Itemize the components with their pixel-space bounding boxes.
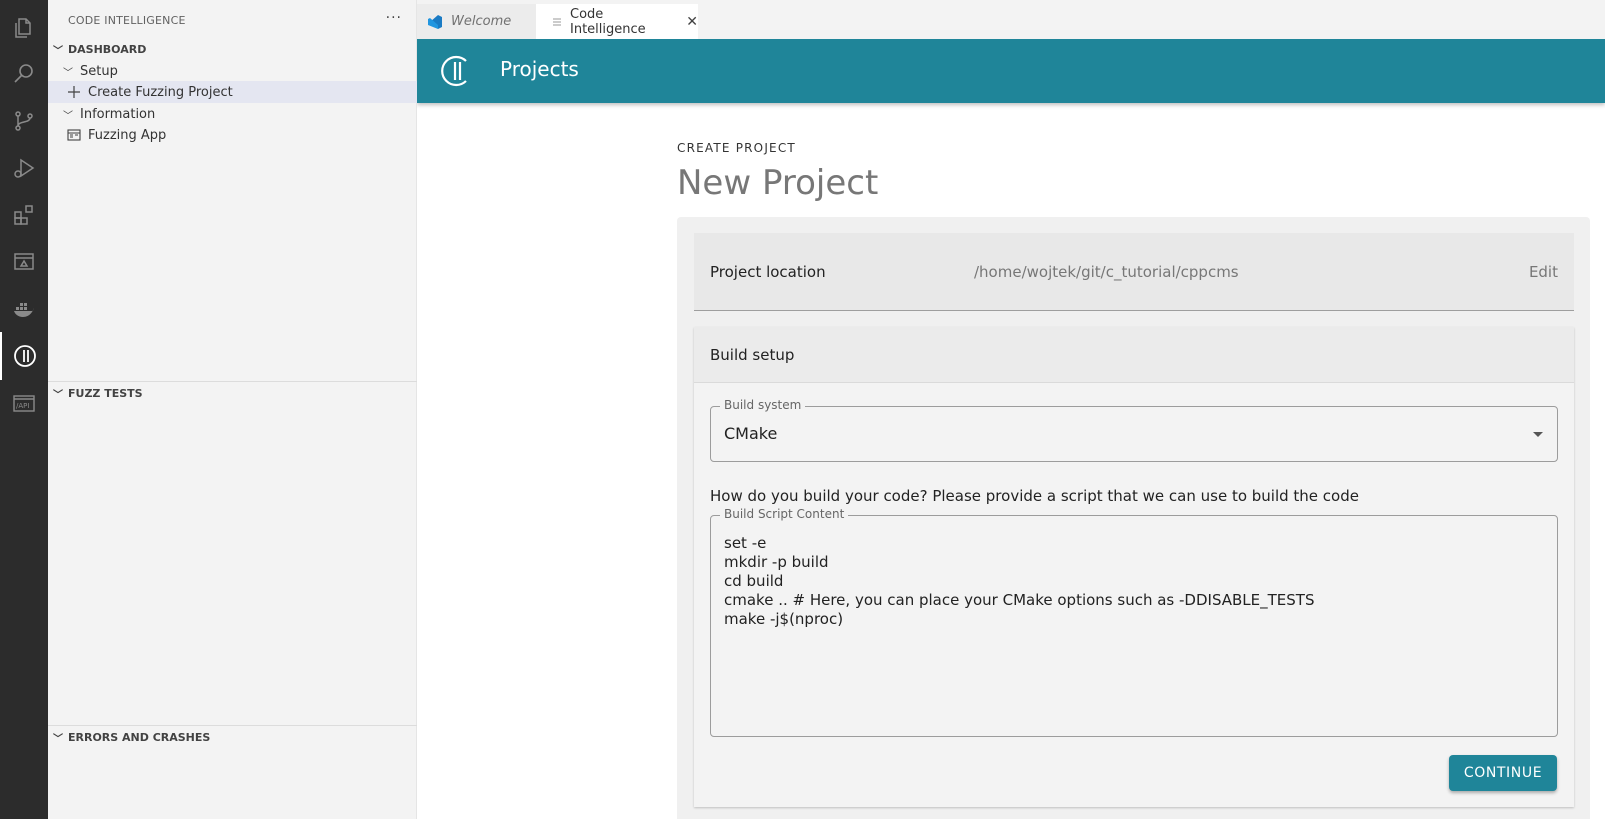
section-errors-crashes-label: ERRORS AND CRASHES — [68, 730, 211, 744]
plus-icon — [66, 84, 82, 100]
build-setup-header[interactable]: Build setup — [694, 327, 1574, 383]
extensions-icon[interactable] — [0, 191, 48, 239]
sidebar-title: CODE INTELLIGENCE — [68, 14, 186, 27]
page-title: New Project — [677, 163, 879, 203]
tree-item-create-fuzzing-project-label: Create Fuzzing Project — [88, 84, 233, 100]
section-fuzz-tests[interactable]: ﹀ FUZZ TESTS — [48, 382, 417, 404]
build-question: How do you build your code? Please provi… — [710, 487, 1359, 505]
build-setup-title: Build setup — [710, 346, 795, 364]
build-script-textarea[interactable]: Build Script Content set -e mkdir -p bui… — [710, 507, 1558, 737]
project-location-card: Project location /home/wojtek/git/c_tuto… — [694, 233, 1574, 311]
chevron-down-icon: ﹀ — [53, 45, 63, 57]
code-intelligence-logo-icon — [439, 54, 473, 88]
edit-location-button[interactable]: Edit — [1529, 263, 1558, 281]
build-system-label: Build system — [720, 398, 806, 412]
section-fuzz-tests-label: FUZZ TESTS — [68, 386, 143, 400]
section-dashboard-label: DASHBOARD — [68, 42, 147, 56]
tab-welcome[interactable]: Welcome — [417, 4, 536, 39]
activity-bar: /API — [0, 0, 48, 819]
project-location-path: /home/wojtek/git/c_tutorial/cppcms — [974, 263, 1239, 281]
close-icon[interactable]: ✕ — [686, 14, 698, 30]
source-control-icon[interactable] — [0, 97, 48, 145]
code-intelligence-icon[interactable] — [0, 332, 48, 380]
build-setup-card: Build setup Build system CMake How do yo… — [694, 327, 1574, 807]
continue-button[interactable]: CONTINUE — [1449, 755, 1557, 791]
build-script-content[interactable]: set -e mkdir -p build cd build cmake .. … — [724, 534, 1314, 629]
chevron-down-icon: ﹀ — [63, 67, 73, 79]
section-errors-crashes[interactable]: ﹀ ERRORS AND CRASHES — [48, 726, 417, 748]
tab-code-intelligence[interactable]: Code Intelligence ✕ — [536, 4, 698, 39]
docker-icon[interactable] — [0, 285, 48, 333]
build-system-value: CMake — [724, 424, 778, 443]
create-project-panel: Project location /home/wojtek/git/c_tuto… — [677, 217, 1590, 819]
tab-code-intelligence-label: Code Intelligence — [570, 6, 646, 37]
tab-welcome-label: Welcome — [451, 14, 512, 29]
app-bar: Projects — [417, 39, 1605, 103]
tree-item-fuzzing-app[interactable]: Fuzzing App — [48, 124, 417, 146]
tree-item-information[interactable]: ﹀ Information — [48, 103, 417, 125]
build-system-select[interactable]: Build system CMake — [710, 398, 1558, 462]
app-bar-title: Projects — [500, 57, 579, 81]
tree-item-setup[interactable]: ﹀ Setup — [48, 60, 417, 82]
browser-icon — [66, 127, 82, 143]
page-overline: CREATE PROJECT — [677, 141, 796, 155]
explorer-icon[interactable] — [0, 4, 48, 52]
webview: Projects CREATE PROJECT New Project Proj… — [417, 39, 1605, 819]
tree-item-create-fuzzing-project[interactable]: Create Fuzzing Project — [48, 81, 417, 103]
tab-bar: Welcome Code Intelligence ✕ — [417, 0, 1605, 39]
file-lines-icon — [552, 16, 562, 28]
search-icon[interactable] — [0, 50, 48, 98]
dropdown-arrow-icon — [1533, 432, 1543, 437]
vscode-window: /API CODE INTELLIGENCE ··· ﹀ DASHBOARD ﹀… — [0, 0, 1605, 819]
sidebar: CODE INTELLIGENCE ··· ﹀ DASHBOARD ﹀ Setu… — [48, 0, 417, 819]
tree-item-setup-label: Setup — [80, 63, 118, 79]
chevron-down-icon: ﹀ — [63, 110, 73, 122]
run-debug-icon[interactable] — [0, 144, 48, 192]
vscode-logo-icon — [427, 14, 443, 30]
build-script-label: Build Script Content — [720, 507, 849, 521]
svg-text:/API: /API — [16, 402, 29, 410]
tree-item-information-label: Information — [80, 106, 156, 122]
chevron-down-icon: ﹀ — [53, 733, 63, 745]
project-location-label: Project location — [710, 263, 826, 281]
chevron-down-icon: ﹀ — [53, 389, 63, 401]
section-dashboard[interactable]: ﹀ DASHBOARD — [48, 38, 417, 60]
remote-explorer-icon[interactable] — [0, 238, 48, 286]
more-actions-icon[interactable]: ··· — [386, 10, 402, 26]
tree-item-fuzzing-app-label: Fuzzing App — [88, 127, 167, 143]
api-icon[interactable]: /API — [0, 379, 48, 427]
